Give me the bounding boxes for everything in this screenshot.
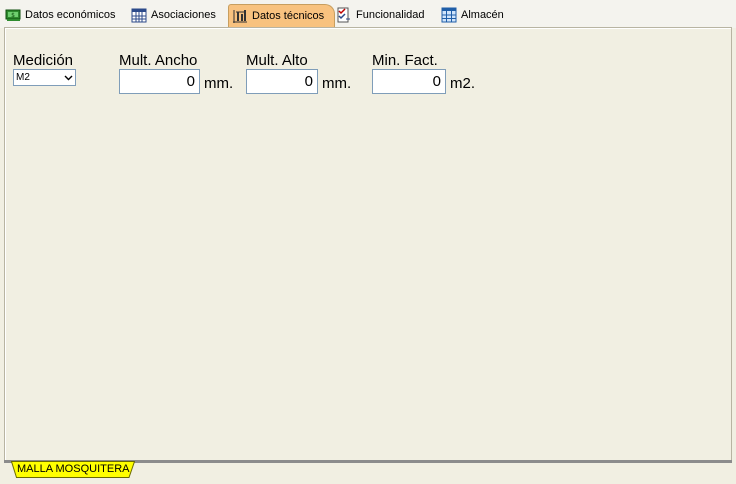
tab-label: Asociaciones — [151, 9, 216, 21]
tab-almacen[interactable]: Almacén — [441, 4, 504, 26]
warehouse-grid-icon — [441, 7, 457, 23]
medicion-value: M2 — [16, 72, 30, 83]
datos-tecnicos-panel — [4, 27, 732, 462]
mult-ancho-label: Mult. Ancho — [119, 52, 198, 69]
tab-datos-economicos[interactable]: $ Datos económicos — [5, 4, 116, 26]
sheet-tab-label: MALLA MOSQUITERA — [17, 463, 130, 475]
calendar-grid-icon — [131, 8, 147, 23]
checklist-icon — [337, 7, 350, 23]
tab-label: Datos económicos — [25, 9, 116, 21]
medicion-select[interactable]: M2 — [13, 69, 76, 86]
min-fact-unit: m2. — [450, 75, 476, 92]
mult-alto-unit: mm. — [322, 75, 352, 92]
min-fact-input[interactable]: 0 — [372, 69, 446, 94]
tab-label: Datos técnicos — [252, 10, 325, 22]
tab-funcionalidad[interactable]: Funcionalidad — [336, 4, 425, 26]
money-icon: $ — [5, 9, 21, 21]
technical-sheet-icon — [233, 10, 247, 23]
tab-datos-tecnicos[interactable]: Datos técnicos — [228, 4, 336, 27]
tab-bar: $ Datos económicos Asociaciones Datos té… — [0, 0, 736, 28]
tab-asociaciones[interactable]: Asociaciones — [131, 4, 216, 26]
svg-text:$: $ — [11, 12, 15, 19]
mult-alto-input[interactable]: 0 — [246, 69, 318, 94]
mult-ancho-unit: mm. — [204, 75, 234, 92]
tab-label: Funcionalidad — [356, 9, 425, 21]
chevron-down-icon — [64, 75, 73, 81]
mult-alto-label: Mult. Alto — [246, 52, 308, 69]
tab-label: Almacén — [461, 9, 504, 21]
medicion-label: Medición — [13, 52, 74, 69]
mult-ancho-input[interactable]: 0 — [119, 69, 200, 94]
min-fact-label: Min. Fact. — [372, 52, 438, 69]
